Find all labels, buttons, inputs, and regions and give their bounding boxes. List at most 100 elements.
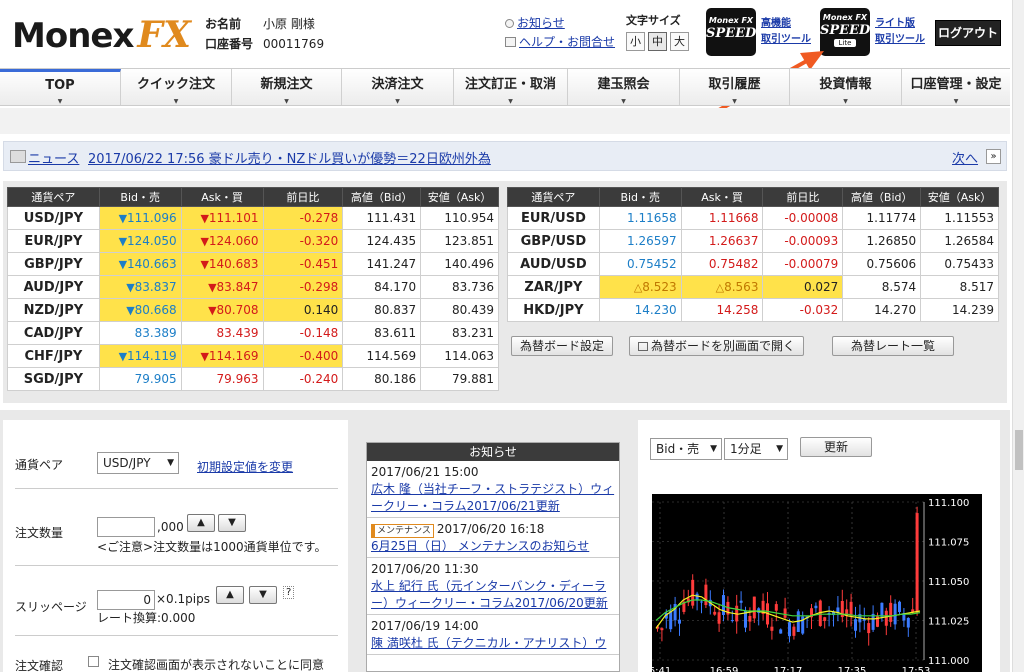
bid-cell[interactable]: 14.230 [598, 298, 682, 322]
high-cell[interactable]: 14.270 [842, 298, 922, 322]
bid-cell[interactable]: 79.905 [98, 367, 182, 391]
ask-cell[interactable]: 14.258 [680, 298, 764, 322]
refresh-button[interactable]: 更新 [800, 437, 872, 457]
high-cell[interactable]: 8.574 [842, 275, 922, 299]
high-cell[interactable]: 84.170 [342, 275, 422, 299]
low-cell[interactable]: 114.063 [420, 344, 499, 368]
rate-row[interactable]: EUR/USD 1.11658 1.11668 -0.00008 1.11774 1.11… [507, 206, 999, 230]
ask-cell[interactable]: ▼80.708 [180, 298, 264, 322]
board-open-window-button[interactable]: 為替ボードを別画面で開く [629, 336, 805, 356]
change-cell[interactable]: -0.400 [262, 344, 344, 368]
ask-cell[interactable]: 1.26637 [680, 229, 764, 253]
ask-cell[interactable]: 79.963 [180, 367, 264, 391]
help-icon[interactable]: ? [283, 586, 295, 599]
help-link[interactable]: ヘルプ・お問合せ [519, 35, 615, 49]
high-cell[interactable]: 114.569 [342, 344, 422, 368]
low-cell[interactable]: 1.26584 [920, 229, 999, 253]
bid-cell[interactable]: 0.75452 [598, 252, 682, 276]
side-select[interactable]: Bid・売 ▼ [650, 438, 722, 460]
rate-row[interactable]: CAD/JPY 83.389 83.439 -0.148 83.611 83.231 [7, 321, 499, 345]
ask-cell[interactable]: ▼111.101 [180, 206, 264, 230]
high-cell[interactable]: 1.11774 [842, 206, 922, 230]
low-cell[interactable]: 0.75433 [920, 252, 999, 276]
rate-row[interactable]: SGD/JPY 79.905 79.963 -0.240 80.186 79.881 [7, 367, 499, 391]
pair-select[interactable]: USD/JPY ▼ [97, 452, 179, 474]
bid-cell[interactable]: ▼114.119 [98, 344, 182, 368]
notice-link[interactable]: 陳 満咲杜 氏（テクニカル・アナリスト）ウ [371, 636, 606, 650]
ask-cell[interactable]: ▼114.169 [180, 344, 264, 368]
board-settings-button[interactable]: 為替ボード設定 [511, 336, 614, 356]
rate-row[interactable]: GBP/JPY ▼140.663 ▼140.683 -0.451 141.247 140.… [7, 252, 499, 276]
nav-account[interactable]: 口座管理・設定 [902, 69, 1010, 105]
change-cell[interactable]: -0.00008 [762, 206, 844, 230]
nav-positions[interactable]: 建玉照会 [568, 69, 680, 105]
rate-row[interactable]: EUR/JPY ▼124.050 ▼124.060 -0.320 124.435 123.… [7, 229, 499, 253]
news-next-link[interactable]: 次へ [952, 148, 978, 167]
nav-new-order[interactable]: 新規注文 [232, 69, 342, 105]
bid-cell[interactable]: △8.523 [598, 275, 682, 299]
font-size-medium-button[interactable]: 中 [648, 32, 667, 51]
notice-link[interactable]: お知らせ [517, 16, 565, 30]
rate-row[interactable]: HKD/JPY 14.230 14.258 -0.032 14.270 14.239 [507, 298, 999, 322]
slippage-down-button[interactable]: ▼ [249, 586, 277, 604]
low-cell[interactable]: 110.954 [420, 206, 499, 230]
qty-down-button[interactable]: ▼ [218, 514, 246, 532]
logout-button[interactable]: ログアウト [935, 20, 1001, 46]
notice-link[interactable]: 6月25日（日） メンテナンスのお知らせ [371, 539, 589, 553]
nav-settle-order[interactable]: 決済注文 [342, 69, 454, 105]
high-cell[interactable]: 80.186 [342, 367, 422, 391]
high-cell[interactable]: 1.26850 [842, 229, 922, 253]
bid-cell[interactable]: ▼80.668 [98, 298, 182, 322]
interval-select[interactable]: 1分足 ▼ [724, 438, 788, 460]
rate-list-button[interactable]: 為替レート一覧 [832, 336, 955, 356]
high-cell[interactable]: 124.435 [342, 229, 422, 253]
change-cell[interactable]: 0.140 [262, 298, 344, 322]
ask-cell[interactable]: 1.11668 [680, 206, 764, 230]
change-cell[interactable]: 0.027 [762, 275, 844, 299]
rate-row[interactable]: ZAR/JPY △8.523 △8.563 0.027 8.574 8.517 [507, 275, 999, 299]
low-cell[interactable]: 14.239 [920, 298, 999, 322]
nav-order-change[interactable]: 注文訂正・取消 [454, 69, 568, 105]
init-settings-link[interactable]: 初期設定値を変更 [197, 458, 293, 475]
ask-cell[interactable]: 83.439 [180, 321, 264, 345]
change-cell[interactable]: -0.032 [762, 298, 844, 322]
low-cell[interactable]: 8.517 [920, 275, 999, 299]
scrollbar-thumb[interactable] [1015, 430, 1023, 470]
slippage-up-button[interactable]: ▲ [216, 586, 244, 604]
change-cell[interactable]: -0.451 [262, 252, 344, 276]
bid-cell[interactable]: 1.11658 [598, 206, 682, 230]
high-cell[interactable]: 141.247 [342, 252, 422, 276]
font-size-small-button[interactable]: 小 [626, 32, 645, 51]
bid-cell[interactable]: ▼124.050 [98, 229, 182, 253]
high-cell[interactable]: 0.75606 [842, 252, 922, 276]
bid-cell[interactable]: ▼140.663 [98, 252, 182, 276]
high-cell[interactable]: 111.431 [342, 206, 422, 230]
high-cell[interactable]: 80.837 [342, 298, 422, 322]
qty-input[interactable] [97, 517, 155, 537]
rate-row[interactable]: NZD/JPY ▼80.668 ▼80.708 0.140 80.837 80.439 [7, 298, 499, 322]
confirm-checkbox[interactable] [88, 656, 99, 667]
change-cell[interactable]: -0.00079 [762, 252, 844, 276]
nav-quick-order[interactable]: クイック注文 [121, 69, 232, 105]
ask-cell[interactable]: ▼140.683 [180, 252, 264, 276]
low-cell[interactable]: 83.231 [420, 321, 499, 345]
news-headline-link[interactable]: 2017/06/22 17:56 豪ドル売り・NZドル買いが優勢＝22日欧州外為 [88, 148, 491, 167]
page-scrollbar[interactable] [1012, 0, 1024, 672]
nav-investment-info[interactable]: 投資情報 [790, 69, 902, 105]
low-cell[interactable]: 83.736 [420, 275, 499, 299]
rate-row[interactable]: AUD/USD 0.75452 0.75482 -0.00079 0.75606 0.75… [507, 252, 999, 276]
change-cell[interactable]: -0.00093 [762, 229, 844, 253]
change-cell[interactable]: -0.298 [262, 275, 344, 299]
speed-lite-link-1[interactable]: ライト版 [875, 18, 915, 29]
low-cell[interactable]: 80.439 [420, 298, 499, 322]
nav-top[interactable]: TOP [0, 69, 121, 105]
bid-cell[interactable]: 1.26597 [598, 229, 682, 253]
change-cell[interactable]: -0.278 [262, 206, 344, 230]
low-cell[interactable]: 1.11553 [920, 206, 999, 230]
rate-row[interactable]: CHF/JPY ▼114.119 ▼114.169 -0.400 114.569 114.… [7, 344, 499, 368]
high-cell[interactable]: 83.611 [342, 321, 422, 345]
rate-row[interactable]: AUD/JPY ▼83.837 ▼83.847 -0.298 84.170 83.736 [7, 275, 499, 299]
nav-history[interactable]: 取引履歴 [680, 69, 790, 105]
news-label-link[interactable]: ニュース [28, 148, 79, 167]
speed-lite-link-2[interactable]: 取引ツール [875, 34, 925, 45]
